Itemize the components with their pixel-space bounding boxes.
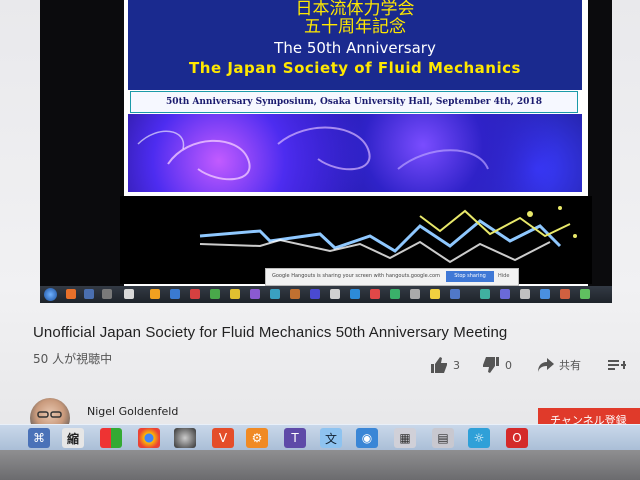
flow-visualization-image bbox=[128, 114, 582, 192]
tray-icon bbox=[270, 289, 280, 299]
tray-icon bbox=[430, 289, 440, 299]
camera-icon[interactable] bbox=[174, 428, 196, 448]
vivaldi-icon[interactable]: V bbox=[212, 428, 234, 448]
tray-icon bbox=[330, 289, 340, 299]
tray-icon bbox=[350, 289, 360, 299]
share-button[interactable]: 共有 bbox=[538, 355, 581, 375]
like-count: 3 bbox=[453, 358, 460, 372]
share-label: 共有 bbox=[559, 359, 581, 372]
tray-icon bbox=[210, 289, 220, 299]
explorer-icon bbox=[84, 289, 94, 299]
tray-icon bbox=[150, 289, 160, 299]
viewer-count: 50 人が視聴中 bbox=[33, 352, 113, 366]
document-icon[interactable]: ▤ bbox=[432, 428, 454, 448]
dislike-count: 0 bbox=[505, 358, 512, 372]
playlist-add-icon bbox=[608, 360, 626, 370]
stop-sharing-button[interactable]: Stop sharing bbox=[446, 271, 494, 282]
tray-icon bbox=[250, 289, 260, 299]
slide-anniversary: The 50th Anniversary bbox=[274, 39, 436, 57]
translator-icon[interactable]: 文 bbox=[320, 428, 342, 448]
windows-start-icon bbox=[44, 288, 57, 301]
slide-society-name: The Japan Society of Fluid Mechanics bbox=[189, 59, 521, 77]
tray-icon bbox=[370, 289, 380, 299]
video-title: Unofficial Japan Society for Fluid Mecha… bbox=[33, 324, 508, 341]
thumbs-up-icon bbox=[431, 357, 447, 373]
calculator-icon[interactable]: ▦ bbox=[394, 428, 416, 448]
system-taskbar: ⌘ 縮 V ⚙ T 文 ◉ ▦ ▤ ☼ O bbox=[0, 424, 640, 451]
mosaic-app-icon[interactable] bbox=[100, 428, 122, 448]
tray-icon bbox=[540, 289, 550, 299]
slide-symposium-line: 50th Anniversary Symposium, Osaka Univer… bbox=[130, 91, 578, 113]
vortex-swirls bbox=[137, 126, 489, 181]
like-button[interactable]: 3 bbox=[430, 355, 460, 375]
thumbs-down-icon bbox=[483, 357, 499, 373]
tray-icon bbox=[290, 289, 300, 299]
hide-link[interactable]: Hide bbox=[498, 273, 509, 279]
tray-icon bbox=[580, 289, 590, 299]
presentation-slide: 日本流体力学会 五十周年記念 The 50th Anniversary The … bbox=[120, 0, 592, 286]
opera-icon[interactable]: O bbox=[506, 428, 528, 448]
firefox-icon bbox=[66, 289, 76, 299]
chrome-icon[interactable] bbox=[138, 428, 160, 448]
tray-icon bbox=[410, 289, 420, 299]
app-icon bbox=[102, 289, 112, 299]
tex-icon[interactable]: T bbox=[284, 428, 306, 448]
video-player[interactable]: 日本流体力学会 五十周年記念 The 50th Anniversary The … bbox=[40, 0, 612, 303]
add-to-playlist-button[interactable] bbox=[608, 355, 626, 375]
monitor-bezel bbox=[0, 450, 640, 480]
dislike-button[interactable]: 0 bbox=[482, 355, 512, 375]
tray-icon bbox=[190, 289, 200, 299]
remote-taskbar bbox=[40, 286, 612, 303]
tray-icon bbox=[390, 289, 400, 299]
video-actions: 3 0 共有 bbox=[430, 355, 640, 375]
gear-app-icon[interactable]: ⚙ bbox=[246, 428, 268, 448]
slide-jp-line1: 日本流体力学会 bbox=[295, 0, 415, 19]
sharing-message: Google Hangouts is sharing your screen w… bbox=[272, 273, 440, 279]
window-icon bbox=[124, 289, 134, 299]
monitor-screen: 日本流体力学会 五十周年記念 The 50th Anniversary The … bbox=[0, 0, 640, 480]
tray-icon bbox=[170, 289, 180, 299]
tray-icon bbox=[520, 289, 530, 299]
tray-icon bbox=[560, 289, 570, 299]
world-icon[interactable]: ☼ bbox=[468, 428, 490, 448]
tray-icon bbox=[230, 289, 240, 299]
slide-jp-line2: 五十周年記念 bbox=[304, 17, 406, 37]
share-arrow-icon bbox=[538, 358, 554, 372]
kanji-app-icon[interactable]: 縮 bbox=[62, 428, 84, 448]
channel-name[interactable]: Nigel Goldenfeld bbox=[87, 405, 178, 418]
tray-icon bbox=[450, 289, 460, 299]
slide-banner: 日本流体力学会 五十周年記念 The 50th Anniversary The … bbox=[128, 0, 582, 90]
screen-sharing-bar: Google Hangouts is sharing your screen w… bbox=[265, 268, 519, 286]
tray-icon bbox=[480, 289, 490, 299]
tray-icon bbox=[310, 289, 320, 299]
finder-icon[interactable]: ⌘ bbox=[28, 428, 50, 448]
tray-icon bbox=[500, 289, 510, 299]
globe-icon[interactable]: ◉ bbox=[356, 428, 378, 448]
